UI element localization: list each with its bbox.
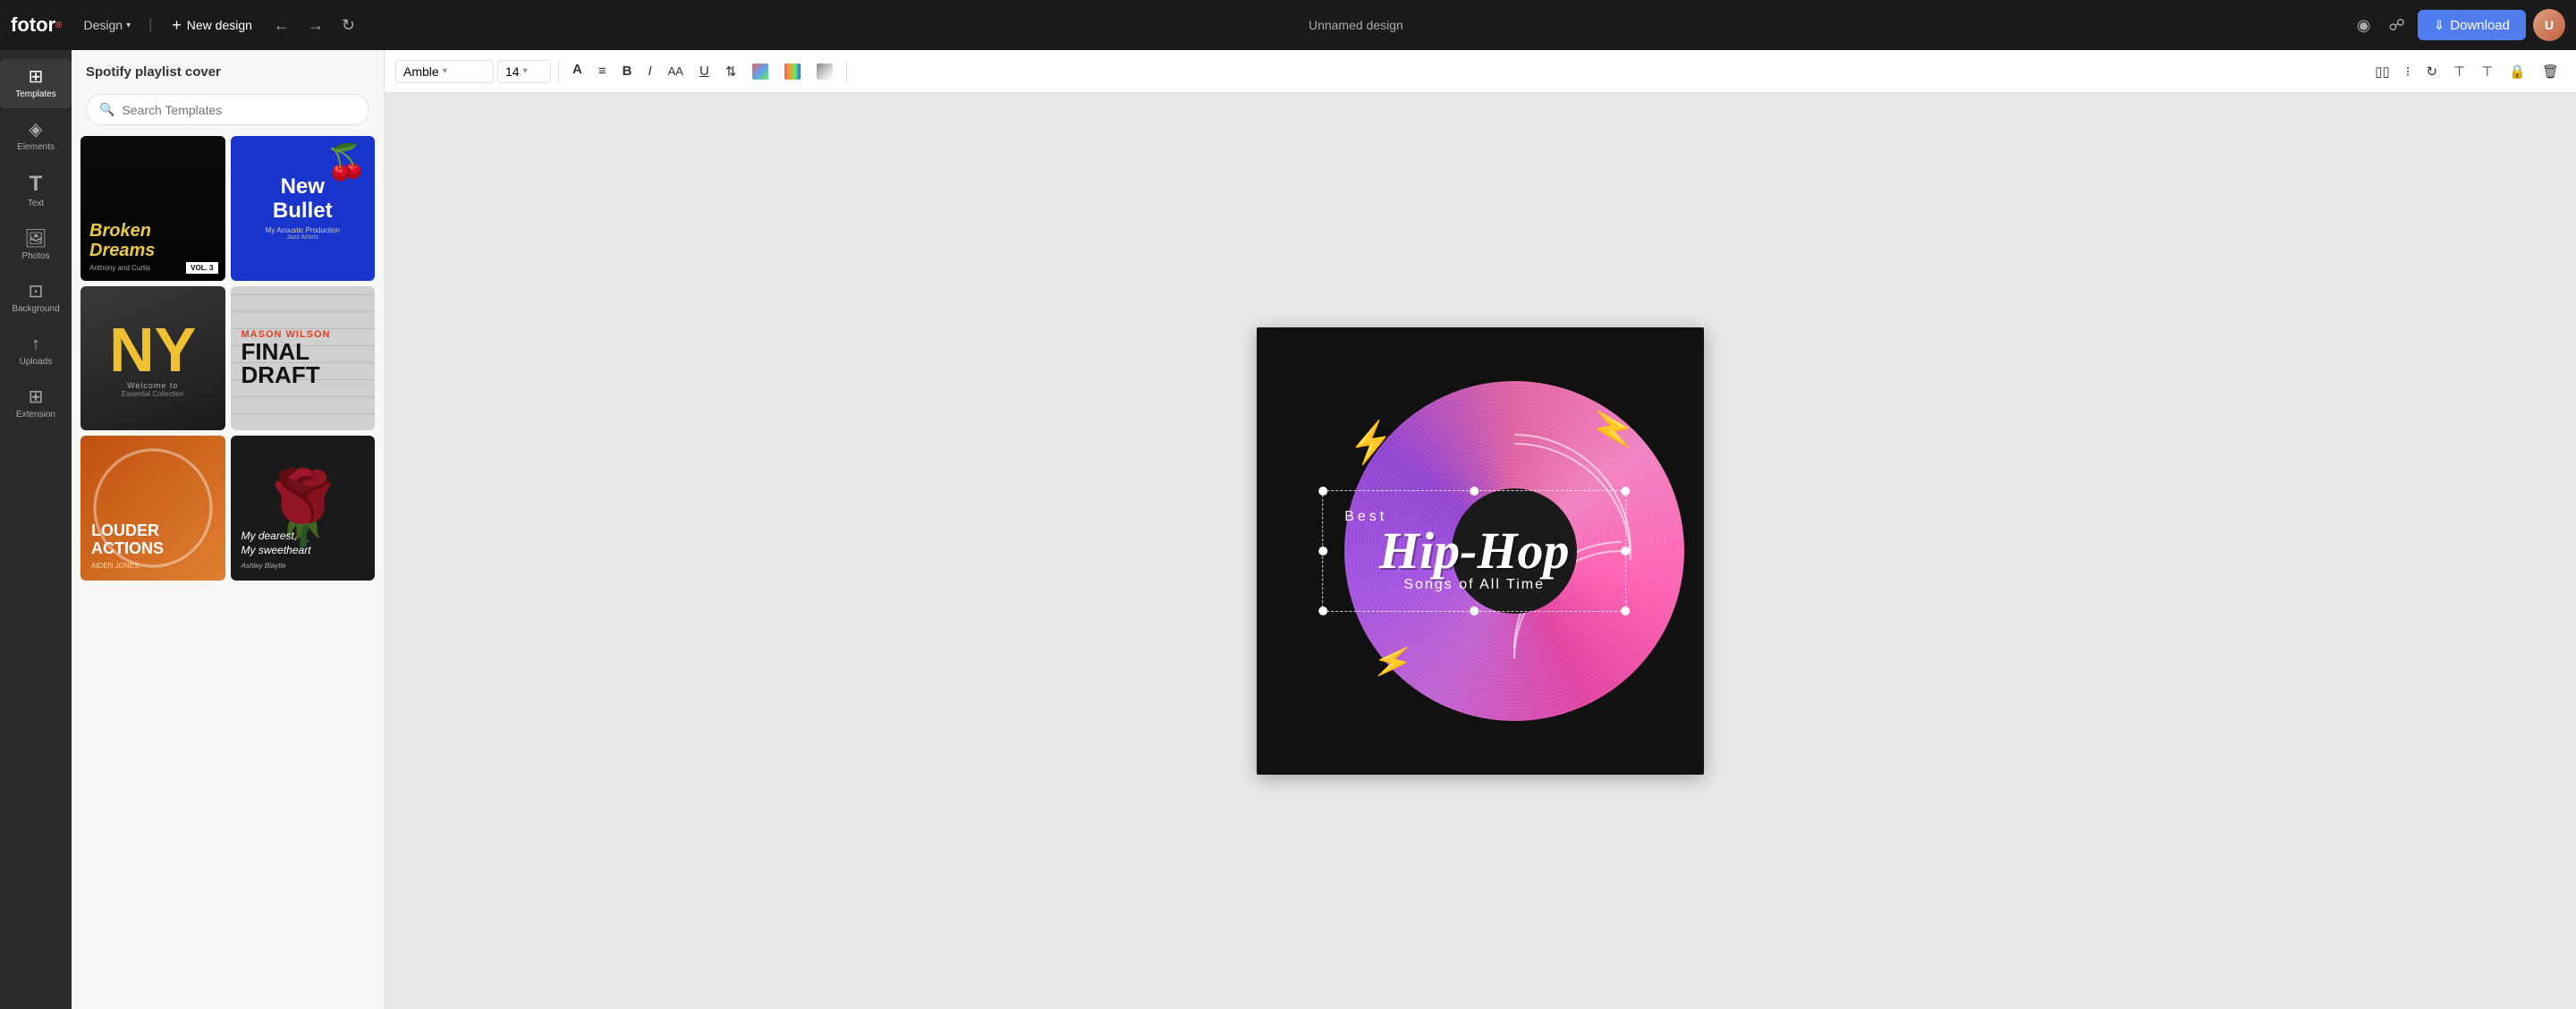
sidebar-item-uploads[interactable]: ↑ Uploads	[0, 326, 72, 376]
sidebar-item-label: Background	[12, 304, 59, 314]
new-design-button[interactable]: + New design	[163, 13, 261, 38]
line-height-button[interactable]: ⇅	[719, 59, 743, 84]
resize-handle-br[interactable]	[1621, 606, 1630, 615]
chevron-down-icon: ▾	[443, 66, 447, 76]
template-ny[interactable]: NY Welcome to Essential Collection	[80, 286, 225, 431]
sidebar-item-label: Templates	[15, 89, 56, 99]
design-menu-button[interactable]: Design ▾	[76, 14, 138, 36]
text-color-picker-button[interactable]	[746, 59, 775, 84]
redo-button[interactable]: →	[302, 11, 329, 40]
main-canvas: ⚡ ⚡ ⚡ Best Hip-Hop Songs of All Time	[385, 93, 2576, 1009]
template-louder-actions[interactable]: LOUDERACTIONS AIDEN JONES	[80, 436, 225, 581]
search-icon: 🔍	[99, 102, 114, 117]
align-distribute-button[interactable]: ⊤	[2447, 59, 2471, 84]
plus-icon: +	[172, 16, 182, 35]
avatar[interactable]: U	[2533, 9, 2565, 41]
resize-handle-bl[interactable]	[1318, 606, 1327, 615]
sidebar-item-label: Extension	[16, 410, 55, 420]
delete-button[interactable]: 🗑	[2536, 59, 2565, 84]
resize-handle-tl[interactable]	[1318, 487, 1327, 496]
design-text-container[interactable]: Best Hip-Hop Songs of All Time	[1322, 490, 1626, 612]
fotor-logo: fotor ®	[11, 13, 62, 37]
sidebar-item-text[interactable]: T Text	[0, 165, 72, 217]
template-final-draft[interactable]: MASON WILSON FINALDRAFT	[231, 286, 376, 431]
rotate-button[interactable]: ↻	[2420, 59, 2445, 84]
resize-handle-tr[interactable]	[1621, 487, 1630, 496]
highlight-button[interactable]	[778, 59, 807, 84]
bold-button[interactable]: B	[616, 59, 639, 83]
text-color-button[interactable]: A	[566, 57, 589, 85]
history-button[interactable]: ↻	[336, 11, 360, 40]
download-icon: ⇓	[2434, 17, 2445, 33]
sidebar-item-label: Uploads	[20, 357, 53, 367]
chevron-down-icon: ▾	[523, 66, 528, 76]
sidebar-item-extension[interactable]: ⊞ Extension	[0, 379, 72, 428]
background-icon: ⊡	[29, 283, 44, 301]
position-button[interactable]: ⁝	[2400, 59, 2417, 84]
template-new-bullet[interactable]: 🍒 NewBullet My Acoustic Production Jazz …	[231, 136, 376, 281]
text-toolbar: Amble ▾ 14 ▾ A ≡ B I AA U ⇅ ▯▯ ⁝ ↻ ⊤ ⊤ 🔒…	[385, 50, 2576, 93]
panel-title: Spotify playlist cover	[72, 50, 384, 87]
template-sweetheart[interactable]: 🌹 My dearest,My sweetheart Ashley Blaytl…	[231, 436, 376, 581]
share-button[interactable]: ☍	[2383, 11, 2410, 40]
undo-button[interactable]: ←	[268, 11, 295, 40]
extension-icon: ⊞	[29, 388, 44, 406]
underline-button[interactable]: U	[693, 59, 716, 83]
sidebar-item-templates[interactable]: ⊞ Templates	[0, 59, 72, 108]
photos-icon: 🖼	[24, 230, 47, 248]
sidebar-item-label: Photos	[21, 251, 49, 261]
duplicate-button[interactable]: ▯▯	[2368, 59, 2396, 84]
align-button[interactable]: ≡	[592, 59, 613, 83]
search-box[interactable]: 🔍	[86, 94, 369, 125]
sidebar-item-label: Text	[28, 199, 44, 208]
resize-handle-bm[interactable]	[1470, 606, 1479, 615]
letter-spacing-button[interactable]: AA	[662, 60, 690, 82]
text-selection-box: Best Hip-Hop Songs of All Time	[1322, 490, 1626, 612]
resize-handle-rm[interactable]	[1621, 547, 1630, 555]
lightning-bolt-yellow: ⚡	[1344, 418, 1398, 469]
layers-button[interactable]: ⊤	[2475, 59, 2499, 84]
sidebar-item-photos[interactable]: 🖼 Photos	[0, 221, 72, 270]
resize-handle-lm[interactable]	[1318, 547, 1327, 555]
font-size-selector[interactable]: 14 ▾	[497, 60, 551, 83]
lightning-bolt-cyan-top: ⚡	[1586, 404, 1640, 455]
design-canvas[interactable]: ⚡ ⚡ ⚡ Best Hip-Hop Songs of All Time	[1257, 327, 1704, 775]
font-family-selector[interactable]: Amble ▾	[395, 60, 494, 83]
design-text-hiphop: Hip-Hop	[1344, 525, 1604, 577]
top-navigation: fotor ® Design ▾ | + New design ← → ↻ Un…	[0, 0, 2576, 50]
shadow-button[interactable]	[810, 59, 839, 84]
template-broken-dreams[interactable]: BrokenDreams Anthony and Curtis VOL. 3	[80, 136, 225, 281]
template-grid: BrokenDreams Anthony and Curtis VOL. 3 🍒…	[72, 136, 384, 581]
lock-button[interactable]: 🔒	[2503, 59, 2532, 84]
search-input[interactable]	[122, 103, 356, 117]
templates-panel: Spotify playlist cover 🔍 BrokenDreams An…	[72, 50, 385, 1009]
uploads-icon: ↑	[31, 335, 40, 353]
sidebar-item-label: Elements	[17, 142, 55, 152]
download-button[interactable]: ⇓ Download	[2418, 10, 2526, 40]
resize-handle-tm[interactable]	[1470, 487, 1479, 496]
sidebar-item-elements[interactable]: ◈ Elements	[0, 112, 72, 161]
italic-button[interactable]: I	[641, 59, 657, 83]
templates-icon: ⊞	[29, 68, 44, 86]
preview-button[interactable]: ◉	[2351, 11, 2377, 40]
document-title: Unnamed design	[368, 18, 2344, 32]
nav-right-actions: ◉ ☍ ⇓ Download U	[2351, 9, 2565, 41]
text-icon: T	[30, 174, 43, 195]
left-sidebar: ⊞ Templates ◈ Elements T Text 🖼 Photos ⊡…	[0, 50, 72, 1009]
elements-icon: ◈	[29, 121, 42, 139]
sidebar-item-background[interactable]: ⊡ Background	[0, 274, 72, 323]
chevron-down-icon: ▾	[126, 21, 131, 30]
